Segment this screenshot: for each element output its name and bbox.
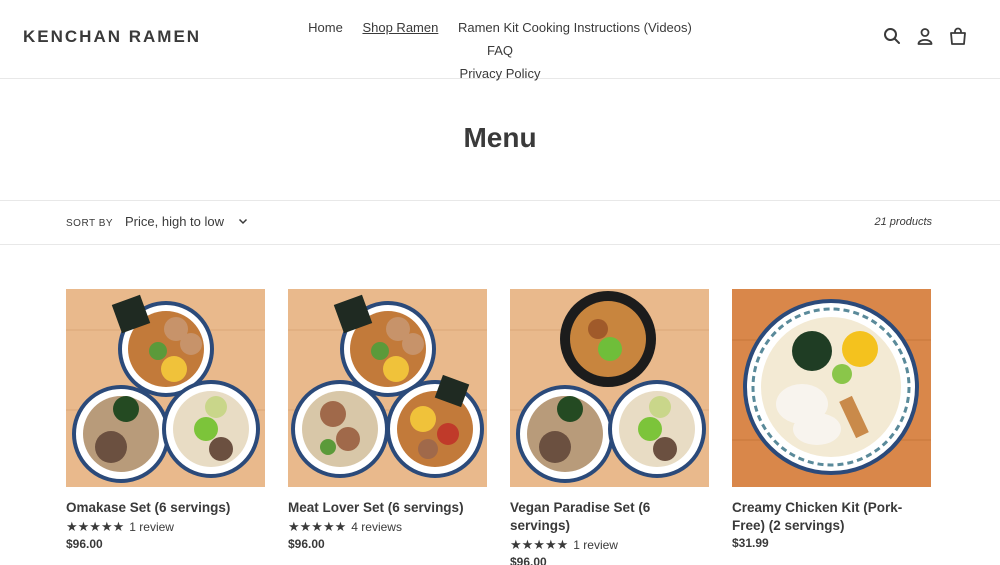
product-price: $96.00 <box>66 537 103 551</box>
star-rating-icon: ★★★★★ <box>66 519 125 534</box>
main-nav: Home Shop Ramen Ramen Kit Cooking Instru… <box>290 16 710 85</box>
nav-privacy-policy[interactable]: Privacy Policy <box>460 62 541 85</box>
site-header: KENCHAN RAMEN Home Shop Ramen Ramen Kit … <box>0 0 1000 81</box>
product-price: $96.00 <box>510 555 547 565</box>
product-price: $96.00 <box>288 537 325 551</box>
site-logo[interactable]: KENCHAN RAMEN <box>23 27 201 47</box>
product-price: $31.99 <box>732 536 769 550</box>
star-rating-icon: ★★★★★ <box>288 519 347 534</box>
sort-by-label: SORT BY <box>66 218 114 229</box>
product-image[interactable] <box>66 289 265 487</box>
filter-bar: SORT BY Price, high to low 21 products <box>0 200 1000 245</box>
product-count: 21 products <box>874 216 932 228</box>
review-count: 4 reviews <box>351 520 402 534</box>
review-count: 1 review <box>573 538 618 552</box>
page-title: Menu <box>463 122 537 153</box>
nav-shop-ramen[interactable]: Shop Ramen <box>362 16 438 39</box>
account-icon[interactable] <box>916 27 934 45</box>
nav-faq[interactable]: FAQ <box>487 39 513 62</box>
product-name[interactable]: Meat Lover Set (6 servings) <box>288 499 487 517</box>
product-card[interactable]: Vegan Paradise Set (6 servings) ★★★★★ 1 … <box>510 289 709 565</box>
product-image[interactable] <box>510 289 709 487</box>
sort-select[interactable]: Price, high to low <box>125 214 248 229</box>
product-rating: ★★★★★ 1 review <box>510 536 709 554</box>
product-image[interactable] <box>732 289 931 487</box>
nav-home[interactable]: Home <box>308 16 343 39</box>
product-rating: ★★★★★ 1 review <box>66 518 265 536</box>
star-rating-icon: ★★★★★ <box>510 537 569 552</box>
product-name[interactable]: Creamy Chicken Kit (Pork-Free) (2 servin… <box>732 499 931 535</box>
product-name[interactable]: Omakase Set (6 servings) <box>66 499 265 517</box>
product-image[interactable] <box>288 289 487 487</box>
nav-cooking-instructions[interactable]: Ramen Kit Cooking Instructions (Videos) <box>458 16 692 39</box>
chevron-down-icon <box>238 214 248 229</box>
search-icon[interactable] <box>883 27 901 45</box>
product-name[interactable]: Vegan Paradise Set (6 servings) <box>510 499 709 535</box>
sort-select-value: Price, high to low <box>125 214 224 229</box>
product-card[interactable]: Omakase Set (6 servings) ★★★★★ 1 review … <box>66 289 265 552</box>
header-icons <box>883 27 967 45</box>
cart-icon[interactable] <box>949 27 967 45</box>
product-card[interactable]: Meat Lover Set (6 servings) ★★★★★ 4 revi… <box>288 289 487 552</box>
review-count: 1 review <box>129 520 174 534</box>
product-card[interactable]: Creamy Chicken Kit (Pork-Free) (2 servin… <box>732 289 931 551</box>
product-rating: ★★★★★ 4 reviews <box>288 518 487 536</box>
